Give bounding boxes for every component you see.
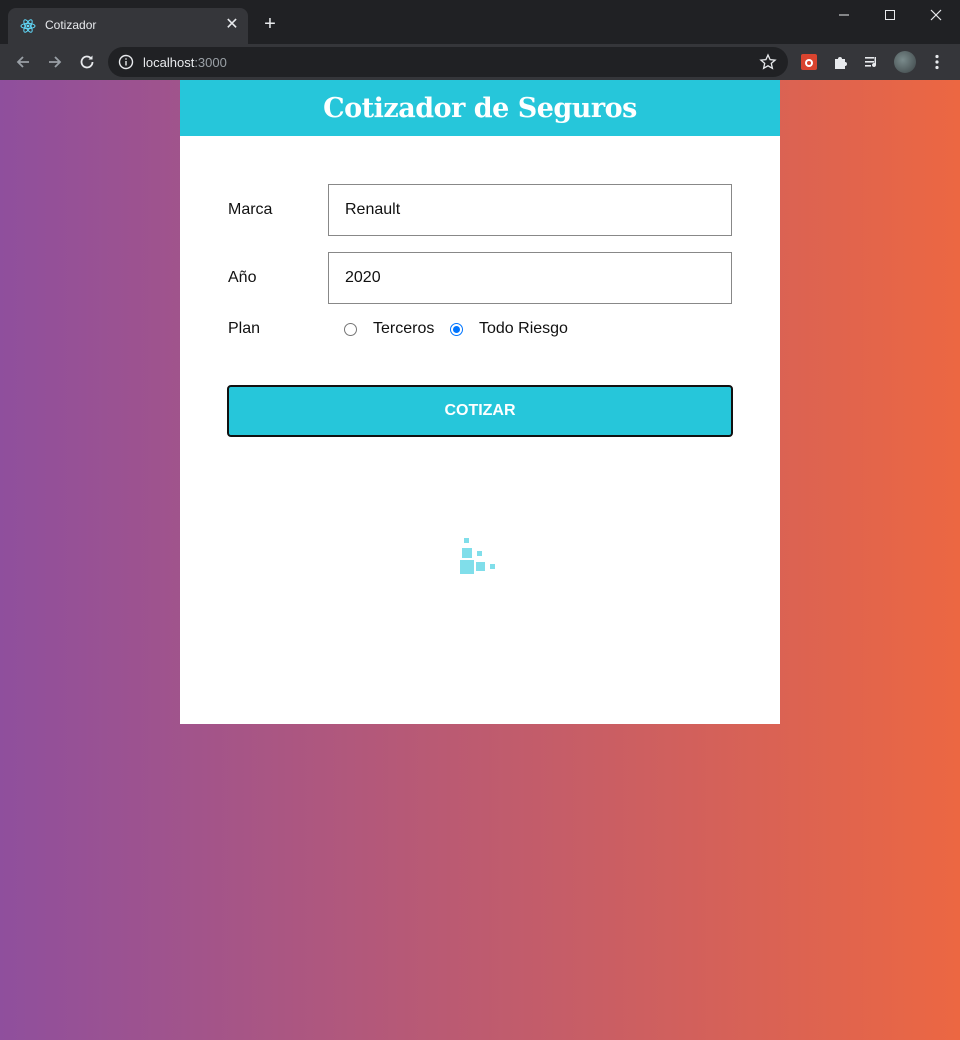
plan-terceros-radio[interactable] [344,323,357,336]
window-close-icon[interactable] [924,4,948,26]
url-host: localhost [143,55,195,70]
url-port: :3000 [194,55,227,70]
card-header: Cotizador de Seguros [180,80,780,136]
puzzle-icon[interactable] [832,53,850,71]
quote-card: Cotizador de Seguros Marca Renault Año 2… [180,80,780,724]
marca-select[interactable]: Renault [328,184,732,236]
page-background: Cotizador de Seguros Marca Renault Año 2… [0,80,960,1040]
plan-field: Plan Terceros Todo Riesgo [228,320,732,344]
url-text: localhost:3000 [143,55,227,70]
forward-arrow-icon[interactable] [44,51,66,73]
maximize-icon[interactable] [878,4,902,26]
close-icon[interactable]: ✕ [224,17,240,33]
info-icon[interactable] [118,54,134,70]
tab-title: Cotizador [45,18,97,32]
anio-field: Año 2020 [228,252,732,304]
marca-field: Marca Renault [228,184,732,236]
plan-todo-riesgo-radio[interactable] [450,323,463,336]
plan-todo-riesgo-label[interactable]: Todo Riesgo [479,320,568,338]
extension-icon[interactable] [800,53,818,71]
browser-toolbar: localhost:3000 [0,44,960,80]
plus-icon[interactable]: + [261,14,279,34]
kebab-menu-icon[interactable] [928,53,946,71]
address-bar[interactable]: localhost:3000 [108,47,788,77]
browser-tab[interactable]: Cotizador ✕ [8,8,248,44]
marca-label: Marca [228,201,273,218]
plan-terceros-label[interactable]: Terceros [373,320,434,338]
minimize-icon[interactable] [832,4,856,26]
avatar[interactable] [894,51,916,73]
back-arrow-icon[interactable] [12,51,34,73]
star-icon[interactable] [759,53,777,71]
react-favicon-icon [20,19,36,33]
browser-tab-bar: Cotizador ✕ + [0,0,960,44]
reload-icon[interactable] [76,51,98,73]
media-queue-icon[interactable] [863,53,881,71]
cotizar-button[interactable]: COTIZAR [227,385,733,437]
plan-label: Plan [228,320,261,337]
anio-label: Año [228,269,257,286]
page-title: Cotizador de Seguros [323,92,637,124]
loading-spinner-icon [460,538,500,578]
anio-select[interactable]: 2020 [328,252,732,304]
